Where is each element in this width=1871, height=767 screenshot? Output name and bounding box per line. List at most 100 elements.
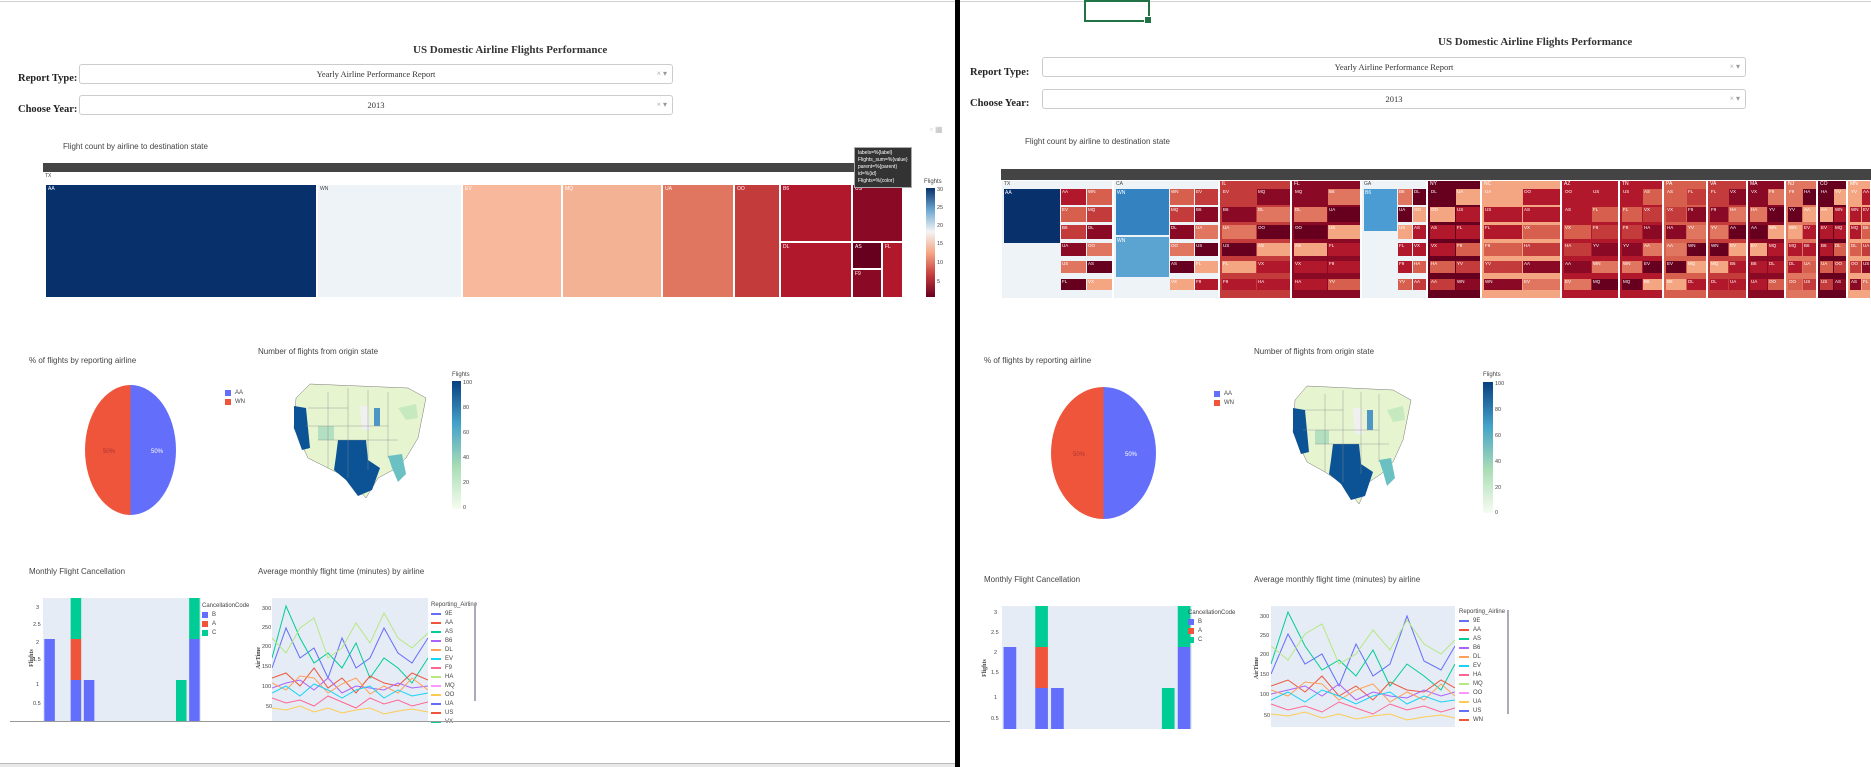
treemap-state-IL[interactable]: IL EV MQ B6 DL UA OO US AS FL VX F9 HA bbox=[1219, 180, 1291, 299]
treemap-chart[interactable]: TX AA WN EV MQ UA OO B6 US DL AS FL F9 bbox=[43, 163, 903, 298]
treemap-tile[interactable]: AA bbox=[1564, 261, 1591, 273]
treemap-tile[interactable]: B6 bbox=[1364, 189, 1397, 231]
treemap-tile[interactable]: HA bbox=[1803, 189, 1816, 205]
treemap-tile[interactable]: AA bbox=[1862, 189, 1870, 205]
map-state-AZ[interactable] bbox=[318, 426, 334, 440]
treemap-tile[interactable]: EV bbox=[1643, 261, 1662, 273]
treemap-tile[interactable]: HA bbox=[1294, 279, 1327, 290]
treemap-tile[interactable]: YV bbox=[1768, 207, 1784, 222]
treemap-tile[interactable]: EV bbox=[1750, 243, 1767, 256]
treemap-tile[interactable]: AA bbox=[1061, 189, 1086, 205]
clear-chevron-icon[interactable]: × ▾ bbox=[1729, 62, 1740, 71]
treemap-tile-OO[interactable]: OO bbox=[734, 184, 780, 298]
treemap-tile[interactable]: EV bbox=[1862, 207, 1870, 222]
treemap-tile[interactable]: HA bbox=[1820, 189, 1833, 205]
treemap-tile[interactable]: MQ bbox=[1294, 189, 1327, 205]
legend-item[interactable]: US bbox=[431, 708, 477, 717]
treemap-tile[interactable]: MQ bbox=[1850, 225, 1861, 239]
cancel-bar-B[interactable] bbox=[1003, 647, 1017, 729]
treemap-tile[interactable]: EV bbox=[1820, 225, 1833, 239]
treemap-tile[interactable]: AA bbox=[1643, 243, 1662, 256]
treemap-tile[interactable]: DL bbox=[1788, 261, 1802, 273]
treemap-tile-F9[interactable]: F9 bbox=[852, 269, 882, 298]
treemap-tile[interactable]: FL bbox=[1710, 189, 1728, 205]
airtime-line-chart[interactable] bbox=[272, 598, 428, 721]
treemap-tile[interactable]: WN bbox=[1087, 189, 1112, 205]
treemap-tile[interactable]: HA bbox=[1564, 243, 1591, 256]
treemap-tile[interactable]: YV bbox=[1328, 279, 1360, 290]
treemap-tile[interactable]: YV bbox=[1484, 261, 1522, 273]
cancel-bar-C[interactable] bbox=[1035, 606, 1048, 647]
treemap-tile[interactable]: AA bbox=[1729, 225, 1746, 239]
treemap-tile-FL[interactable]: FL bbox=[882, 242, 903, 298]
treemap-tile[interactable]: HA bbox=[1729, 207, 1746, 222]
treemap-tile[interactable]: DL bbox=[1170, 225, 1194, 239]
treemap-tile[interactable]: OO bbox=[1294, 225, 1327, 239]
legend-item[interactable]: UA bbox=[431, 699, 477, 708]
legend-item[interactable]: MQ bbox=[431, 681, 477, 690]
treemap-tile[interactable]: WN bbox=[1710, 243, 1728, 256]
treemap-tile[interactable]: DL bbox=[1257, 207, 1290, 222]
treemap-tile[interactable]: UA bbox=[1222, 225, 1256, 239]
treemap-tile[interactable]: HA bbox=[1257, 279, 1290, 290]
treemap-tile[interactable]: VX bbox=[1729, 189, 1746, 205]
treemap-tile[interactable]: AS bbox=[1523, 207, 1560, 222]
treemap-tile[interactable]: UA bbox=[1820, 261, 1833, 273]
treemap-tile[interactable]: MQ bbox=[1768, 243, 1784, 256]
treemap-tile-B6[interactable]: B6 bbox=[780, 184, 852, 242]
treemap-tile[interactable]: B6 bbox=[1222, 207, 1256, 222]
treemap-tile-MQ[interactable]: MQ bbox=[562, 184, 662, 298]
treemap-tile[interactable]: HA bbox=[1750, 207, 1767, 222]
treemap-tile[interactable]: DL bbox=[1087, 225, 1112, 239]
treemap-tile[interactable]: WN bbox=[1456, 279, 1480, 290]
treemap-state-VA[interactable]: VA FL VX F9 HA YV AA WN EV MQ B6 DL UA bbox=[1707, 180, 1747, 299]
cancel-bar-B[interactable] bbox=[1177, 647, 1191, 729]
treemap-tile[interactable]: FL bbox=[1061, 279, 1086, 290]
pie-chart[interactable]: 50% 50% bbox=[85, 385, 176, 515]
legend-item[interactable]: A bbox=[1188, 626, 1235, 635]
treemap-tile[interactable]: OO bbox=[1768, 279, 1784, 290]
cancel-bar-C[interactable] bbox=[1161, 688, 1175, 729]
treemap-tile-US[interactable]: US bbox=[852, 184, 903, 242]
treemap-tile[interactable]: OO bbox=[1257, 225, 1290, 239]
legend-item[interactable]: HA bbox=[431, 672, 477, 681]
treemap-tile[interactable]: AA bbox=[1750, 225, 1767, 239]
treemap-tile[interactable]: B6 bbox=[1195, 207, 1218, 222]
treemap-tile[interactable]: OO bbox=[1850, 261, 1861, 273]
treemap-tile[interactable]: WN bbox=[1834, 207, 1846, 222]
treemap-tile[interactable]: VX bbox=[1564, 225, 1591, 239]
treemap-tile[interactable]: EV bbox=[1666, 261, 1686, 273]
treemap-tile[interactable]: F9 bbox=[1710, 207, 1728, 222]
pie-chart[interactable]: 50% 50% bbox=[1051, 387, 1156, 519]
treemap-tile[interactable]: DL bbox=[1850, 243, 1861, 256]
legend-item[interactable]: B bbox=[202, 610, 249, 619]
cancel-bar-B[interactable] bbox=[44, 639, 55, 721]
treemap-tile[interactable]: YV bbox=[1622, 243, 1642, 256]
map-state-MI[interactable] bbox=[374, 408, 380, 426]
treemap-tile[interactable]: US bbox=[1622, 189, 1642, 205]
treemap-tile[interactable]: US bbox=[1592, 189, 1618, 205]
treemap-tile-DL[interactable]: DL bbox=[780, 242, 852, 298]
treemap-tile[interactable]: B6 bbox=[1862, 225, 1870, 239]
treemap-tile[interactable]: WN bbox=[1116, 237, 1169, 277]
clear-chevron-icon[interactable]: × ▾ bbox=[1729, 94, 1740, 103]
treemap-tile[interactable]: AA bbox=[1430, 279, 1455, 290]
treemap-tile[interactable]: AS bbox=[1564, 207, 1591, 222]
treemap-tile[interactable]: FL bbox=[1398, 243, 1412, 256]
treemap-tile[interactable]: EV bbox=[1564, 279, 1591, 290]
treemap-tile[interactable]: AS bbox=[1087, 261, 1112, 273]
treemap-tile[interactable]: HA bbox=[1430, 261, 1455, 273]
treemap-tile[interactable]: WN bbox=[1622, 261, 1642, 273]
legend-item[interactable]: B6 bbox=[1459, 643, 1505, 652]
legend-item[interactable]: AA bbox=[431, 618, 477, 627]
treemap-state-CO[interactable]: CO HA YV AA WN EV MQ B6 DL UA OO US AS bbox=[1817, 180, 1847, 299]
treemap-tile[interactable]: YV bbox=[1788, 207, 1802, 222]
treemap-tile[interactable]: F9 bbox=[1622, 225, 1642, 239]
treemap-tile[interactable]: FL bbox=[1862, 279, 1870, 290]
treemap-tile[interactable]: AS bbox=[1257, 243, 1290, 256]
treemap-tile[interactable]: OO bbox=[1564, 189, 1591, 205]
cancel-bar-chart[interactable] bbox=[43, 598, 201, 721]
treemap-tile[interactable]: MQ bbox=[1834, 225, 1846, 239]
treemap-tile[interactable]: US bbox=[1328, 225, 1360, 239]
treemap-tile[interactable]: MQ bbox=[1257, 189, 1290, 205]
